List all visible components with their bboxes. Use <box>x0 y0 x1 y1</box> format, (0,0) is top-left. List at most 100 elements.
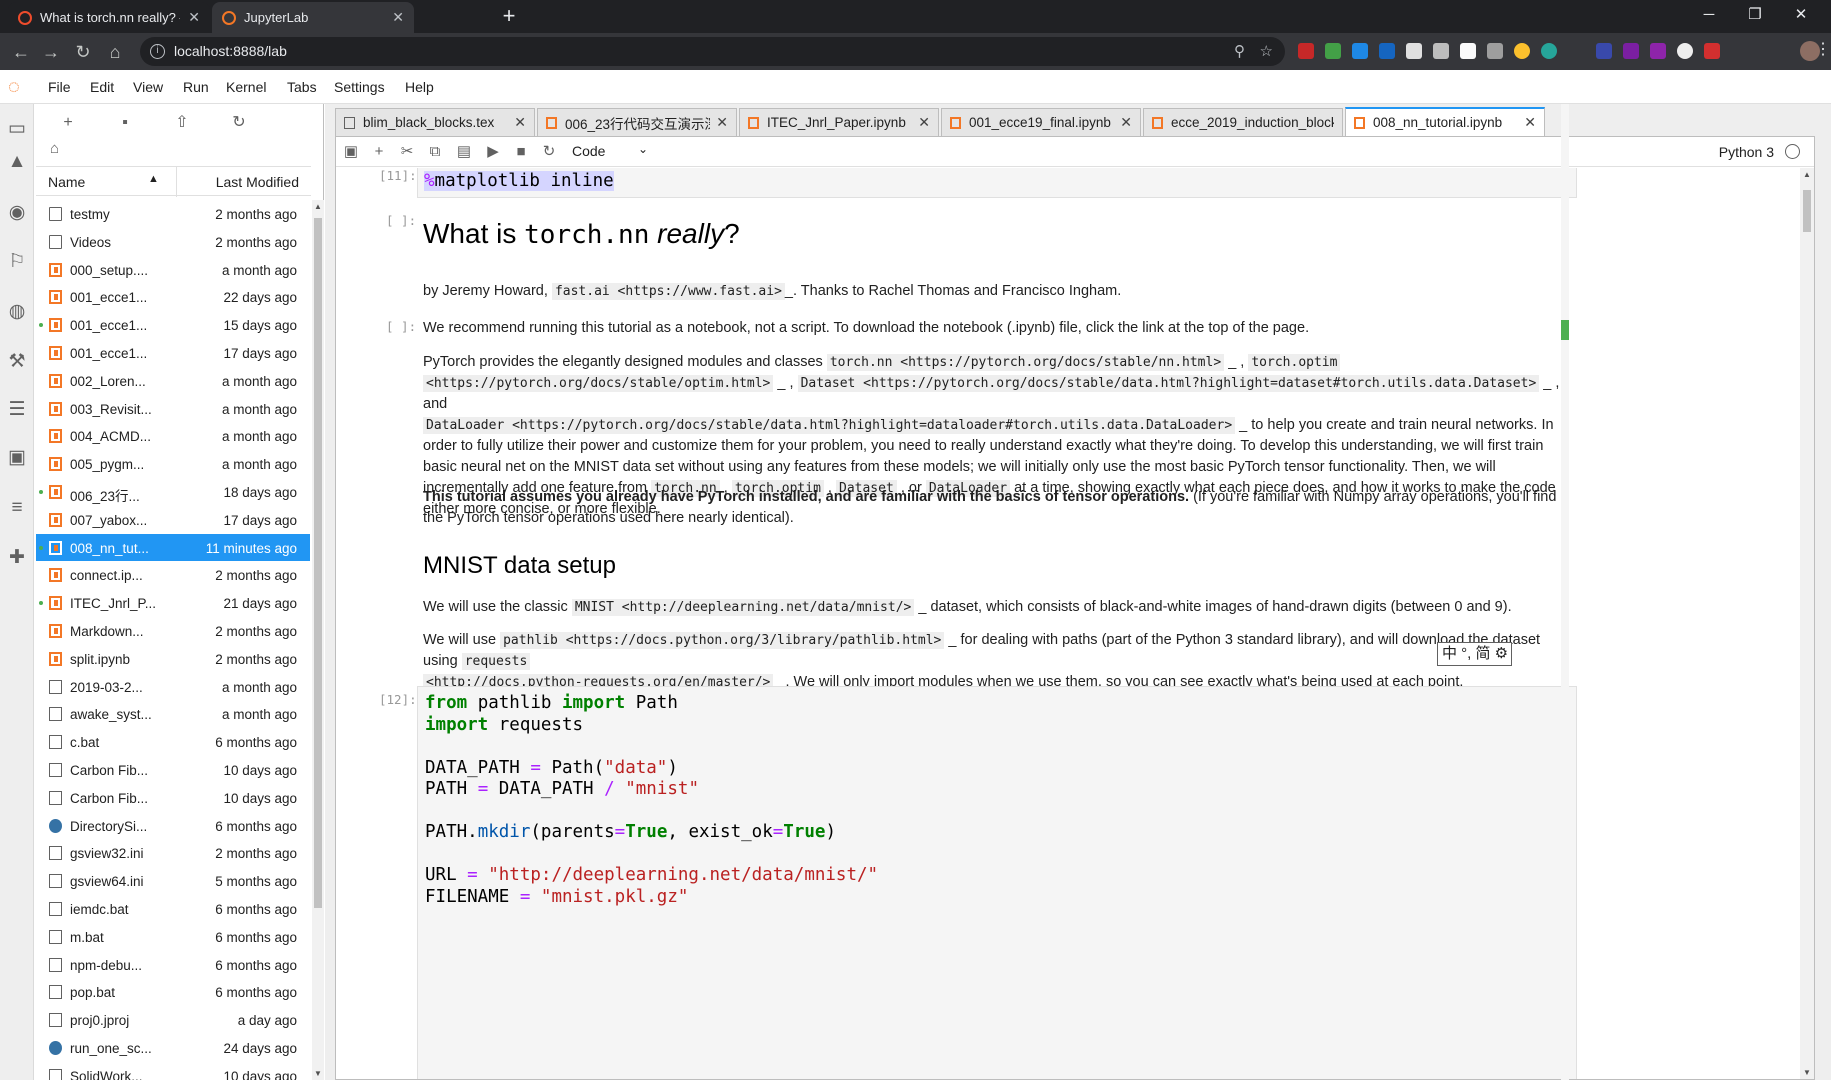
close-window-button[interactable]: ✕ <box>1778 0 1824 30</box>
file-row[interactable]: npm-debu... 6 months ago <box>36 951 310 979</box>
notebook-scrollbar[interactable]: ▲ ▼ <box>1800 168 1814 1079</box>
bookmark-star-icon[interactable]: ☆ <box>1260 37 1273 66</box>
menu-edit[interactable]: Edit <box>90 79 114 95</box>
file-row[interactable]: run_one_sc... 24 days ago <box>36 1034 310 1062</box>
copy-icon[interactable]: ⧉ <box>425 142 445 162</box>
file-row[interactable]: gsview64.ini 5 months ago <box>36 867 310 895</box>
back-arrow-icon[interactable]: ← <box>8 39 34 65</box>
address-bar[interactable]: i localhost:8888/lab ⚲ ☆ <box>140 37 1285 66</box>
file-row[interactable]: Markdown... 2 months ago <box>36 617 310 645</box>
doc-tab[interactable]: ecce_2019_induction_block_ <box>1143 108 1343 136</box>
scroll-down-arrow-icon[interactable]: ▼ <box>1803 1068 1811 1077</box>
extension-icon[interactable] <box>1460 43 1476 59</box>
extension-icon[interactable] <box>1379 43 1395 59</box>
refresh-icon[interactable]: ↻ <box>228 112 250 134</box>
file-row[interactable]: ITEC_Jnrl_P... 21 days ago <box>36 589 310 617</box>
upload-icon[interactable]: ⇧ <box>171 112 193 134</box>
cell-type-select[interactable]: Code ⌄ <box>572 142 648 159</box>
file-list-scrollbar[interactable]: ▲ ▼ <box>312 200 324 1080</box>
menu-file[interactable]: File <box>48 79 71 95</box>
info-icon[interactable]: i <box>150 44 165 59</box>
file-row[interactable]: 000_setup.... a month ago <box>36 256 310 284</box>
scroll-up-arrow-icon[interactable]: ▲ <box>1803 170 1811 179</box>
code-cell[interactable]: from pathlib import Path import requests… <box>417 686 1577 1079</box>
extension-icon[interactable] <box>1514 43 1530 59</box>
extension-icon[interactable] <box>1325 43 1341 59</box>
file-row[interactable]: 004_ACMD... a month ago <box>36 422 310 450</box>
palette-icon[interactable]: ◍ <box>6 301 28 323</box>
file-row[interactable]: 001_ecce1... 17 days ago <box>36 339 310 367</box>
run-icon[interactable]: ▶ <box>483 142 503 162</box>
home-icon[interactable]: ⌂ <box>102 39 128 65</box>
close-icon[interactable]: ✕ <box>1524 114 1536 131</box>
menu-tabs[interactable]: Tabs <box>287 79 317 95</box>
doc-tab[interactable]: 001_ecce19_final.ipynb ✕ <box>941 108 1141 136</box>
kebab-menu-icon[interactable]: ⋮ <box>1815 39 1831 59</box>
paste-icon[interactable]: ▤ <box>454 142 474 162</box>
column-last-modified[interactable]: Last Modified <box>216 174 299 190</box>
file-row[interactable]: connect.ip... 2 months ago <box>36 561 310 589</box>
file-row[interactable]: pop.bat 6 months ago <box>36 978 310 1006</box>
github-icon[interactable]: ◉ <box>6 202 28 224</box>
file-row[interactable]: iemdc.bat 6 months ago <box>36 895 310 923</box>
folder-icon[interactable]: ▭ <box>6 118 28 140</box>
file-row[interactable]: proj0.jproj a day ago <box>36 1006 310 1034</box>
code-cell[interactable]: %matplotlib inline <box>417 168 1577 198</box>
close-icon[interactable]: ✕ <box>1120 114 1132 131</box>
extension-icon[interactable] <box>1406 43 1422 59</box>
scroll-down-arrow-icon[interactable]: ▼ <box>314 1069 322 1078</box>
file-row[interactable]: Videos 2 months ago <box>36 228 310 256</box>
forward-arrow-icon[interactable]: → <box>38 39 64 65</box>
scrollbar-thumb[interactable] <box>314 218 322 908</box>
file-row[interactable]: DirectorySi... 6 months ago <box>36 812 310 840</box>
extension-icon[interactable] <box>1623 43 1639 59</box>
file-row[interactable]: c.bat 6 months ago <box>36 728 310 756</box>
doc-tab[interactable]: blim_black_blocks.tex ✕ <box>335 108 535 136</box>
wrench-icon[interactable]: ⚒ <box>6 351 28 373</box>
extension-icon[interactable] <box>1596 43 1612 59</box>
table-of-contents-icon[interactable]: ≡ <box>6 497 28 519</box>
menu-help[interactable]: Help <box>405 79 434 95</box>
zoom-icon[interactable]: ⚲ <box>1234 37 1245 66</box>
file-row[interactable]: 006_23行... 18 days ago <box>36 478 310 506</box>
pdf-extension-icon[interactable] <box>1298 43 1314 59</box>
file-row[interactable]: 005_pygm... a month ago <box>36 450 310 478</box>
close-icon[interactable]: ✕ <box>188 9 200 26</box>
stop-icon[interactable]: ■ <box>511 142 531 162</box>
file-row[interactable]: 007_yabox... 17 days ago <box>36 506 310 534</box>
browser-tab-jupyterlab[interactable]: JupyterLab ✕ <box>212 2 414 33</box>
scroll-up-arrow-icon[interactable]: ▲ <box>314 202 322 211</box>
extension-icon[interactable] <box>1541 43 1557 59</box>
reload-icon[interactable]: ↻ <box>70 39 96 65</box>
doc-tab[interactable]: 006_23行代码交互演示深度学 ✕ <box>537 108 737 136</box>
close-icon[interactable]: ✕ <box>716 114 728 131</box>
restart-icon[interactable]: ↻ <box>539 142 559 162</box>
file-row[interactable]: testmy 2 months ago <box>36 200 310 228</box>
save-icon[interactable]: ▣ <box>341 142 361 162</box>
file-row[interactable]: 002_Loren... a month ago <box>36 367 310 395</box>
file-row[interactable]: Carbon Fib... 10 days ago <box>36 784 310 812</box>
ime-status-toolbar[interactable]: 中 °, 简 ⚙ <box>1437 642 1512 666</box>
file-row[interactable]: awake_syst... a month ago <box>36 700 310 728</box>
file-row[interactable]: 001_ecce1... 15 days ago <box>36 311 310 339</box>
column-name[interactable]: Name <box>48 174 85 190</box>
file-row[interactable]: 008_nn_tut... 11 minutes ago <box>36 533 310 562</box>
menu-kernel[interactable]: Kernel <box>226 79 266 95</box>
maximize-button[interactable]: ❐ <box>1732 0 1778 30</box>
close-icon[interactable]: ✕ <box>514 114 526 131</box>
file-row[interactable]: gsview32.ini 2 months ago <box>36 839 310 867</box>
translate-extension-icon[interactable] <box>1352 43 1368 59</box>
doc-tab[interactable]: ITEC_Jnrl_Paper.ipynb ✕ <box>739 108 939 136</box>
extension-icon[interactable] <box>1650 43 1666 59</box>
menu-run[interactable]: Run <box>183 79 209 95</box>
insert-cell-icon[interactable]: + <box>369 142 389 162</box>
close-icon[interactable]: ✕ <box>918 114 930 131</box>
scrollbar-thumb[interactable] <box>1803 190 1811 232</box>
file-row[interactable]: SolidWork... 10 days ago <box>36 1062 310 1080</box>
cut-icon[interactable]: ✂ <box>397 142 417 162</box>
new-launcher-icon[interactable]: + <box>57 112 79 134</box>
notebook-tools-icon[interactable]: ☰ <box>6 399 28 421</box>
running-icon[interactable]: ⚐ <box>6 251 28 273</box>
minimize-button[interactable]: ─ <box>1686 0 1732 30</box>
extension-icon[interactable] <box>1677 43 1693 59</box>
